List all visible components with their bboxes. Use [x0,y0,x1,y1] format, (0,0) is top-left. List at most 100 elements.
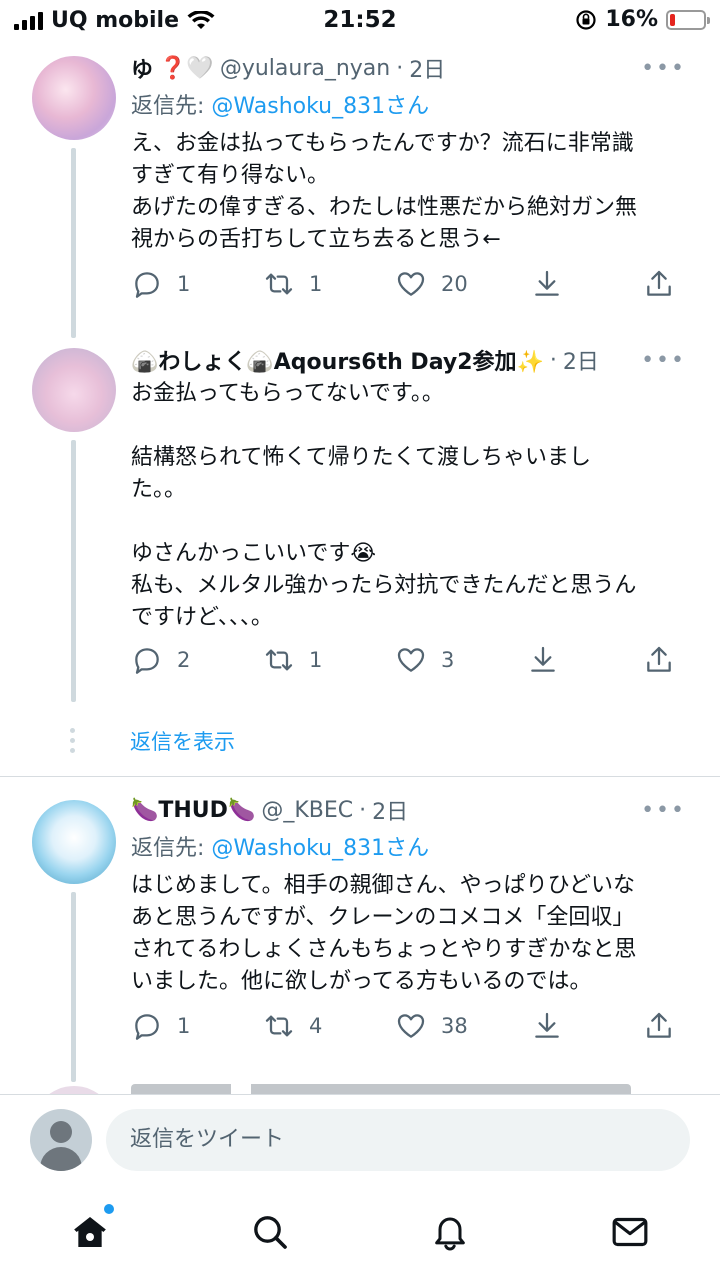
retweet-button[interactable]: 4 [263,1010,322,1042]
next-tweet-header [131,1084,631,1094]
more-options-icon[interactable]: ••• [641,348,686,373]
battery-percent: 16% [605,7,658,32]
reply-button[interactable]: 2 [131,644,190,676]
name-badges: ❓🤍 [159,55,214,81]
nav-notifications[interactable] [426,1208,474,1256]
more-options-icon[interactable]: ••• [641,798,686,823]
share-button[interactable] [643,1010,675,1042]
download-icon [535,1012,559,1038]
reply-icon [135,648,159,674]
status-bar: UQ mobile 21:52 16% [0,0,720,40]
avatar[interactable] [32,348,116,432]
share-icon [647,270,671,296]
carrier-label: UQ mobile [51,8,180,33]
tweet-actions: 2 1 3 [131,644,691,680]
more-options-icon[interactable]: ••• [641,56,686,81]
next-tweet-peek [0,1080,720,1094]
divider [0,776,720,777]
retweet-icon [265,649,293,671]
tweet-actions: 1 4 38 [131,1010,691,1046]
tweet-header: 🍙わしょく🍙Aqours6th Day2参加✨ · 2日 [131,344,599,376]
thread-line [71,892,76,1082]
download-icon [535,270,559,296]
tweet-time: 2日 [409,58,446,83]
tweet-time: 2日 [372,800,409,825]
share-button[interactable] [643,268,675,300]
retweet-button[interactable]: 1 [263,268,322,300]
tweet-header: ゆ ❓🤍 @yulaura_nyan · 2日 [131,52,445,84]
thread-line [71,440,76,702]
download-button[interactable] [531,1010,563,1042]
separator-dot: · [549,347,557,373]
retweet-icon [265,1015,293,1037]
display-name[interactable]: ゆ [131,52,153,84]
battery-icon [666,9,710,30]
like-count: 20 [441,272,468,296]
reply-to-link[interactable]: @Washoku_831さん [211,836,429,861]
like-count: 38 [441,1014,468,1038]
user-handle[interactable]: @_KBEC [261,798,353,823]
wifi-icon [187,10,215,29]
retweet-button[interactable]: 1 [263,644,322,676]
thread-dots [70,728,75,753]
heart-icon [397,1014,425,1038]
like-count: 3 [441,648,455,672]
default-avatar-icon[interactable] [30,1109,92,1171]
reply-to: 返信先: @Washoku_831さん [131,88,429,120]
share-icon [647,1012,671,1038]
user-handle[interactable]: @yulaura_nyan [220,56,390,81]
tweet-text: はじめまして。相手の親御さん、やっぱりひどいな あと思うんですが、クレーンのコメ… [131,873,637,994]
reply-icon [135,1014,159,1040]
retweet-count: 1 [309,272,323,296]
reply-count: 1 [177,1014,191,1038]
signal-icon [14,11,43,30]
reply-prefix: 返信先: [131,836,205,861]
reply-button[interactable]: 1 [131,268,190,300]
download-button[interactable] [531,268,563,300]
avatar[interactable] [32,56,116,140]
notification-dot [104,1204,114,1214]
search-icon [254,1216,287,1249]
retweet-count: 1 [309,648,323,672]
status-left: UQ mobile [14,8,215,33]
heart-icon [397,272,425,296]
download-icon [531,646,555,672]
reply-to: 返信先: @Washoku_831さん [131,830,429,862]
share-icon [647,646,671,672]
reply-count: 1 [177,272,191,296]
status-right: 16% [575,7,710,32]
heart-icon [397,648,425,672]
notifications-icon [435,1217,465,1251]
nav-search[interactable] [246,1208,294,1256]
reply-to-link[interactable]: @Washoku_831さん [211,94,429,119]
avatar [32,1086,116,1094]
reply-prefix: 返信先: [131,94,205,119]
bottom-nav [0,1184,720,1280]
avatar[interactable] [32,800,116,884]
display-name[interactable]: 🍙わしょく🍙Aqours6th Day2参加✨ [131,344,544,376]
messages-icon [612,1217,648,1247]
retweet-icon [265,273,293,295]
orientation-lock-icon [576,9,596,30]
reply-input[interactable]: 返信をツイート [106,1109,690,1171]
tweet-time: 2日 [562,350,599,375]
home-icon [74,1217,106,1247]
reply-composer: 返信をツイート [0,1094,720,1184]
separator-dot: · [396,55,404,81]
retweet-count: 4 [309,1014,323,1038]
reply-count: 2 [177,648,191,672]
nav-home[interactable] [66,1204,114,1256]
reply-button[interactable]: 1 [131,1010,190,1042]
reply-icon [135,272,159,298]
tweet-actions: 1 1 20 [131,268,691,304]
show-replies-link[interactable]: 返信を表示 [130,726,235,756]
download-button[interactable] [527,644,559,676]
like-button[interactable]: 3 [395,644,454,676]
tweet-text: え、お金は払ってもらったんですか？流石に非常識 すぎて有り得ない。 あげたの偉す… [131,131,638,252]
tweet-header: 🍆THUD🍆 @_KBEC · 2日 [131,794,408,826]
share-button[interactable] [643,644,675,676]
like-button[interactable]: 20 [395,268,468,300]
like-button[interactable]: 38 [395,1010,468,1042]
nav-messages[interactable] [606,1208,654,1256]
display-name[interactable]: 🍆THUD🍆 [131,798,255,823]
